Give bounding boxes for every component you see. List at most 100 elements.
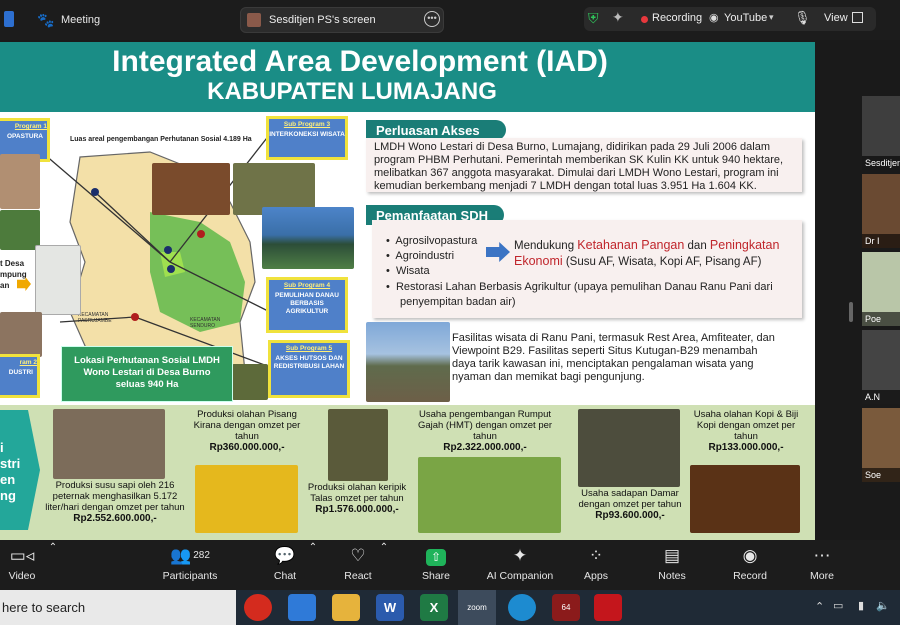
arrow-line: i [0, 440, 4, 455]
video-label: Video [8, 570, 36, 582]
share-button[interactable]: ⇧ Share [418, 540, 454, 590]
subprogram-text: INTERKONEKSI WISATA [269, 131, 345, 138]
record-button[interactable]: ◉ Record [730, 540, 770, 590]
presenter-avatar [247, 13, 261, 27]
panel-resize-handle[interactable] [849, 302, 853, 322]
subprogram-text: OPASTURA [7, 133, 43, 140]
mcafee-icon[interactable] [594, 594, 622, 621]
product-value: Rp1.576.000.000,- [315, 504, 399, 515]
meeting-label[interactable]: Meeting [61, 14, 100, 26]
coffee-photo [690, 465, 800, 533]
slide-title: Integrated Area Development (IAD) [112, 45, 608, 78]
product-caption: Usaha olahan Kopi & Biji Kopi dengan omz… [690, 409, 802, 453]
shared-screen-pill[interactable]: Sesditjen PS's screen ••• [240, 7, 444, 33]
apps-button[interactable]: ⁘ Apps [580, 540, 612, 590]
react-options-chevron[interactable]: ⌃ [377, 532, 391, 582]
participants-button[interactable]: 👥 282 Participants [158, 540, 222, 590]
arrow-line: ng [0, 488, 16, 503]
participant-tile[interactable]: Dr I [862, 174, 900, 248]
chips-photo [328, 409, 388, 481]
zoom-app-icon[interactable]: zoom [458, 590, 496, 625]
arrow-line: en [0, 472, 16, 487]
react-button[interactable]: ♡ React [340, 540, 376, 590]
broadcast-icon: ◉ [709, 12, 719, 24]
chevron-down-icon[interactable]: ▾ [769, 12, 774, 23]
map-title: Luas areal pengembangan Perhutanan Sosia… [70, 136, 252, 143]
map-district-label: KECAMATAN PASRUJAMBE [78, 312, 112, 324]
mendukung-text: Mendukung Ketahanan Pangan dan Peningkat… [514, 238, 796, 270]
product-text: Usaha pengembangan Rumput Gajah (HMT) de… [417, 409, 553, 442]
subprogram-box: Sub Program 5 AKSES HUTSOS DAN REDISTRIBU… [268, 340, 350, 398]
view-label[interactable]: View [824, 12, 848, 24]
subprogram-text: AKSES HUTSOS DAN REDISTRIBUSI LAHAN [273, 355, 345, 370]
banana-photo [195, 465, 298, 533]
grid-view-icon[interactable] [852, 12, 863, 23]
recording-label[interactable]: Recording [652, 12, 702, 24]
lodge-photo [152, 163, 230, 215]
more-options-icon[interactable]: ••• [424, 11, 440, 27]
perluasan-tag: Perluasan Akses PS [366, 120, 506, 153]
product-caption: Usaha pengembangan Rumput Gajah (HMT) de… [410, 409, 560, 453]
participants-label: Participants [162, 570, 218, 582]
chevron-up-icon[interactable]: ⌃ [815, 600, 824, 613]
ai-companion-label: AI Companion [486, 570, 554, 582]
app-badge-count: 64 [561, 603, 571, 612]
app-badge-icon[interactable]: 64 [552, 594, 580, 621]
file-explorer-icon[interactable] [332, 594, 360, 621]
shield-check-icon[interactable]: ⛨ [588, 10, 599, 27]
cattle-photo [0, 154, 40, 209]
notes-icon: ▤ [663, 546, 681, 565]
word-icon[interactable]: W [376, 594, 404, 621]
participant-name: Dr I [862, 234, 900, 248]
grass-photo [418, 457, 561, 533]
more-button[interactable]: ⋯ More [804, 540, 840, 590]
subprogram-title: Program 1 [14, 123, 47, 130]
product-value: Rp360.000.000,- [209, 442, 285, 453]
product-value: Rp2.322.000.000,- [443, 442, 527, 453]
meeting-toolbar: ▭◃ Video ⌃ 👥 282 Participants ⌃ 💬 Chat ♡ Reac… [0, 540, 900, 590]
battery-icon[interactable]: ▮ [858, 599, 864, 612]
video-options-chevron[interactable]: ⌃ [46, 532, 60, 582]
dairy-photo [53, 409, 165, 479]
product-value: Rp2.552.600.000,- [73, 513, 157, 524]
excel-icon[interactable]: X [420, 594, 448, 621]
opera-icon[interactable] [244, 594, 272, 621]
chevron-up-icon: ⌃ [379, 542, 389, 553]
chevron-up-icon: ⌃ [48, 542, 58, 553]
category-arrow-text: i stri en ng [0, 440, 30, 504]
microphone-icon[interactable]: 🎙 [794, 10, 811, 26]
speaker-icon[interactable]: 🔈 [876, 599, 890, 612]
video-button[interactable]: ▭◃ Video [0, 540, 44, 590]
mail-icon[interactable] [288, 594, 316, 621]
participants-options-chevron[interactable]: ⌃ [306, 532, 320, 582]
share-screen-icon: ⇧ [418, 540, 454, 570]
product-caption: Produksi olahan keripik Talas omzet per … [302, 482, 412, 515]
recording-dot-icon [641, 16, 648, 23]
subprogram-text: DUSTRI [8, 369, 33, 376]
participant-tile[interactable]: Soe [862, 408, 900, 482]
people-icon: 👥 282 [170, 546, 210, 565]
youtube-label[interactable]: YouTube [724, 12, 767, 24]
product-caption: Produksi susu sapi oleh 216 peternak men… [40, 480, 190, 524]
edge-icon[interactable] [508, 594, 536, 621]
participant-name: Poe [862, 312, 900, 326]
bullet-text: Restorasi Lahan Berbasis Agrikultur (upa… [395, 281, 773, 308]
participant-tile[interactable]: Sesditjen [862, 96, 900, 170]
sparkle-icon[interactable]: ✦ [612, 9, 624, 26]
chat-button[interactable]: 💬 Chat [268, 540, 302, 590]
participant-tile[interactable]: A.N [862, 330, 900, 404]
notes-button[interactable]: ▤ Notes [654, 540, 690, 590]
participant-name: Sesditjen [862, 156, 900, 170]
paw-icon[interactable]: 🐾 [37, 12, 54, 29]
taskbar-search-input[interactable]: here to search [0, 590, 236, 625]
more-label: More [810, 570, 834, 582]
participant-tile[interactable]: Poe [862, 252, 900, 326]
bullet-item: • Agroindustri [386, 250, 455, 262]
pemanfaatan-box: • Agrosilvopastura • Agroindustri • Wisa… [372, 220, 802, 318]
subprogram-box: ram 2 DUSTRI [0, 354, 40, 398]
chat-bubble-icon: 💬 [274, 546, 296, 565]
record-icon: ◉ [742, 546, 758, 565]
ai-companion-button[interactable]: ✦ AI Companion [484, 540, 556, 590]
tray-icon[interactable]: ▭ [833, 599, 843, 612]
bullet-text: Wisata [395, 265, 430, 277]
